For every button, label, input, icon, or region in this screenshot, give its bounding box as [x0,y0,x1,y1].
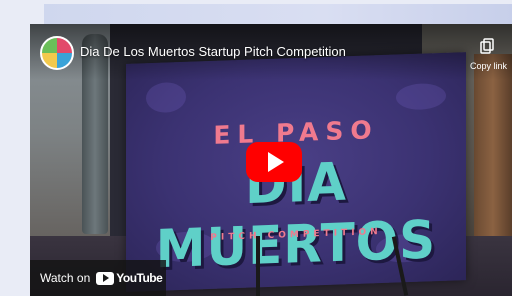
easel-leg [256,236,260,296]
copy-link-label: Copy link [470,61,508,71]
copy-link-icon [480,38,494,54]
page-background-strip [44,4,512,24]
play-icon [268,152,284,172]
watch-on-label: Watch on [40,271,91,285]
copy-link-button[interactable]: Copy link [470,38,508,74]
video-title[interactable]: Dia De Los Muertos Startup Pitch Competi… [80,44,346,59]
play-button[interactable] [246,142,302,182]
youtube-play-mark-icon [96,271,115,285]
youtube-wordmark: YouTube [116,271,163,285]
banner-decoration [396,82,446,111]
watch-on-youtube-button[interactable]: Watch on YouTube [30,260,166,296]
youtube-logo-icon: YouTube [96,271,163,285]
youtube-embed-player[interactable]: EL PASO DIA MUERTOS PITCH COMPETITION Di… [30,24,512,296]
banner-decoration [146,81,186,114]
channel-avatar-icon[interactable] [40,36,74,70]
player-top-bar: Dia De Los Muertos Startup Pitch Competi… [30,24,512,80]
